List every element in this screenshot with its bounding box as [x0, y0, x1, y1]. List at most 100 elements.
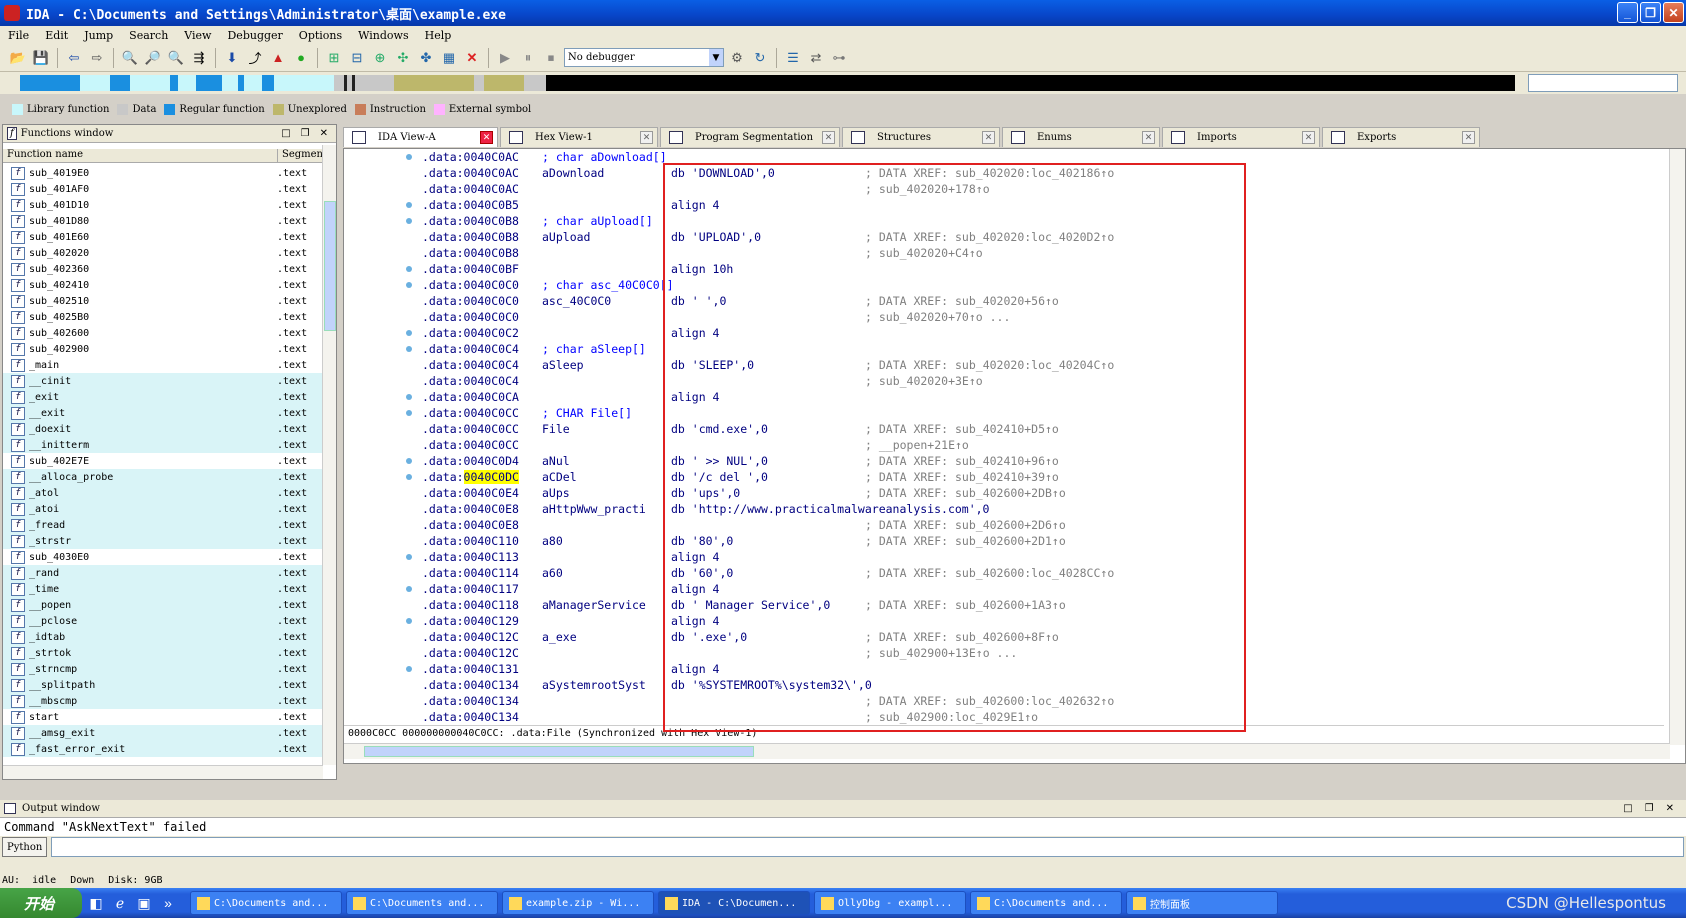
start-debugger-icon[interactable]: ▶: [495, 48, 515, 68]
symbol-name[interactable]: aSleep: [542, 357, 584, 373]
function-row[interactable]: f _idtab .text: [3, 629, 323, 645]
python-button[interactable]: Python: [2, 837, 48, 857]
close-pane-icon[interactable]: ✕: [1666, 803, 1674, 814]
open-icon[interactable]: 📂: [8, 48, 28, 68]
breakpoint-marker[interactable]: [406, 394, 412, 400]
run-green-icon[interactable]: ●: [291, 48, 311, 68]
breakpoint-marker[interactable]: [406, 586, 412, 592]
function-row[interactable]: f sub_401D10 .text: [3, 197, 323, 213]
menu-item-help[interactable]: Help: [417, 29, 460, 42]
function-row[interactable]: f __mbscmp .text: [3, 693, 323, 709]
debugger-select[interactable]: No debugger ▼: [564, 48, 724, 67]
function-row[interactable]: f _rand .text: [3, 565, 323, 581]
taskbar-button[interactable]: C:\Documents and...: [970, 891, 1122, 915]
close-tab-icon[interactable]: ✕: [1302, 131, 1315, 144]
symbol-name[interactable]: aHttpWww_practi: [542, 501, 646, 517]
function-row[interactable]: f __splitpath .text: [3, 677, 323, 693]
symbol-name[interactable]: aDownload: [542, 165, 604, 181]
function-row[interactable]: f _fread .text: [3, 517, 323, 533]
function-row[interactable]: f sub_402410 .text: [3, 277, 323, 293]
breakpoint-marker[interactable]: [406, 218, 412, 224]
menu-item-jump[interactable]: Jump: [76, 29, 121, 42]
graph-icon[interactable]: ▲: [268, 48, 288, 68]
symbol-name[interactable]: a_exe: [542, 629, 577, 645]
string-icon[interactable]: ✤: [416, 48, 436, 68]
symbol-name[interactable]: aSystemrootSyst: [542, 677, 646, 693]
close-tab-icon[interactable]: ✕: [1142, 131, 1155, 144]
functions-horizontal-scrollbar[interactable]: [3, 765, 323, 779]
show-desktop-icon[interactable]: ◧: [86, 893, 106, 913]
debugger-options-icon[interactable]: ⚙: [727, 48, 747, 68]
close-tab-icon[interactable]: ✕: [640, 131, 653, 144]
disassembly-vertical-scrollbar[interactable]: [1669, 149, 1685, 745]
media-icon[interactable]: ▣: [134, 893, 154, 913]
navigation-combo[interactable]: [1528, 74, 1678, 92]
navigation-bar[interactable]: [20, 75, 1515, 91]
breakpoint-marker[interactable]: [406, 346, 412, 352]
breakpoint-marker[interactable]: [406, 474, 412, 480]
list-icon[interactable]: ☰: [783, 48, 803, 68]
tab-program-segmentation[interactable]: Program Segmentation ✕: [660, 127, 840, 147]
create-function-icon[interactable]: ⊞: [324, 48, 344, 68]
restore-pane-icon[interactable]: □: [1623, 803, 1632, 814]
taskbar-button[interactable]: IDA - C:\Documen...: [658, 891, 810, 915]
menu-item-windows[interactable]: Windows: [350, 29, 416, 42]
close-tab-icon[interactable]: ✕: [480, 131, 493, 144]
code-icon[interactable]: ⊕: [370, 48, 390, 68]
function-row[interactable]: f __popen .text: [3, 597, 323, 613]
data-icon[interactable]: ✣: [393, 48, 413, 68]
function-row[interactable]: f _atol .text: [3, 485, 323, 501]
more-icon[interactable]: »: [158, 893, 178, 913]
float-pane-icon[interactable]: ❐: [1645, 803, 1654, 814]
function-row[interactable]: f _strncmp .text: [3, 661, 323, 677]
close-tab-icon[interactable]: ✕: [822, 131, 835, 144]
forward-icon[interactable]: ⇨: [87, 48, 107, 68]
tab-ida-view-a[interactable]: IDA View-A ✕: [343, 127, 498, 147]
edit-function-icon[interactable]: ⊟: [347, 48, 367, 68]
symbol-name[interactable]: aNul: [542, 453, 570, 469]
function-row[interactable]: f sub_402510 .text: [3, 293, 323, 309]
function-row[interactable]: f _exit .text: [3, 389, 323, 405]
symbol-name[interactable]: asc_40C0C0: [542, 293, 611, 309]
function-row[interactable]: f sub_4030E0 .text: [3, 549, 323, 565]
symbol-name[interactable]: a80: [542, 533, 563, 549]
breakpoint-marker[interactable]: [406, 458, 412, 464]
breakpoint-marker[interactable]: [406, 554, 412, 560]
tab-structures[interactable]: Structures ✕: [842, 127, 1000, 147]
taskbar-button[interactable]: C:\Documents and...: [190, 891, 342, 915]
function-row[interactable]: f __alloca_probe .text: [3, 469, 323, 485]
xref-icon[interactable]: ⇄: [806, 48, 826, 68]
function-row[interactable]: f sub_402900 .text: [3, 341, 323, 357]
breakpoint-marker[interactable]: [406, 410, 412, 416]
array-icon[interactable]: ▦: [439, 48, 459, 68]
function-row[interactable]: f sub_402360 .text: [3, 261, 323, 277]
close-tab-icon[interactable]: ✕: [1462, 131, 1475, 144]
minimize-button[interactable]: _: [1617, 2, 1638, 23]
tab-hex-view-1[interactable]: Hex View-1 ✕: [500, 127, 658, 147]
function-row[interactable]: f __cinit .text: [3, 373, 323, 389]
breakpoint-marker[interactable]: [406, 202, 412, 208]
function-row[interactable]: f __initterm .text: [3, 437, 323, 453]
function-row[interactable]: f sub_402600 .text: [3, 325, 323, 341]
back-icon[interactable]: ⇦: [64, 48, 84, 68]
function-row[interactable]: f __amsg_exit .text: [3, 725, 323, 741]
stop-debugger-icon[interactable]: ⏹: [541, 48, 561, 68]
taskbar-button[interactable]: example.zip - Wi...: [502, 891, 654, 915]
ie-icon[interactable]: ℯ: [110, 893, 130, 913]
tab-exports[interactable]: Exports ✕: [1322, 127, 1480, 147]
taskbar-button[interactable]: 控制面板: [1126, 891, 1278, 915]
attach-icon[interactable]: ↻: [750, 48, 770, 68]
function-row[interactable]: f _main .text: [3, 357, 323, 373]
function-row[interactable]: f sub_4019E0 .text: [3, 165, 323, 181]
symbol-name[interactable]: aUpload: [542, 229, 590, 245]
function-row[interactable]: f __pclose .text: [3, 613, 323, 629]
function-row[interactable]: f __exit .text: [3, 405, 323, 421]
taskbar-button[interactable]: OllyDbg - exampl...: [814, 891, 966, 915]
restore-pane-icon[interactable]: □: [281, 128, 290, 139]
symbol-name[interactable]: aManagerService: [542, 597, 646, 613]
symbol-name[interactable]: a60: [542, 565, 563, 581]
breakpoint-marker[interactable]: [406, 618, 412, 624]
jump-address-icon[interactable]: ⤴: [245, 48, 265, 68]
menu-item-view[interactable]: View: [176, 29, 219, 42]
functions-vertical-scrollbar[interactable]: [322, 145, 336, 765]
